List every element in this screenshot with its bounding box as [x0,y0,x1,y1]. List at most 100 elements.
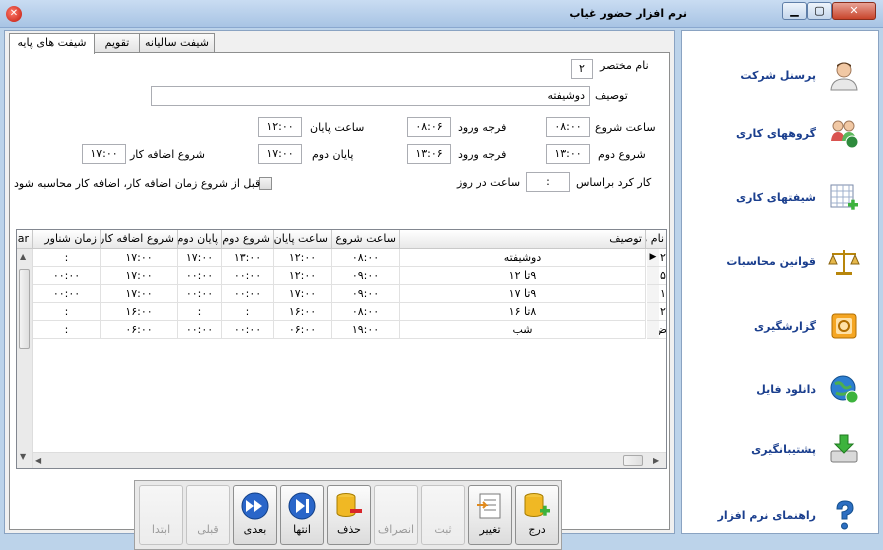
sidebar-item-label: قوانین محاسبات [726,255,816,268]
next-button[interactable]: بعدی [233,485,277,545]
column-header-end-time[interactable]: ساعت پایان [274,230,332,249]
column-header-second-start[interactable]: شروع دوم [222,230,274,249]
column-header-start-time[interactable]: ساعت شروع [332,230,400,249]
edit-label: تغییر [479,523,501,536]
tab-annual-shift[interactable]: شیفت سالیانه [139,33,215,53]
sidebar-item-label: پرسنل شرکت [740,69,816,82]
column-header-second-end[interactable]: پایان دوم [178,230,222,249]
shifts-grid[interactable]: ▲ ▼ ◀ ▶ ar زمان شناور شروع اضافه کار پای… [16,229,667,469]
insert-button[interactable]: درج [515,485,559,545]
edit-button[interactable]: تغییر [468,485,512,545]
hours-per-day-label: ساعت در روز [457,176,521,189]
previous-label: قبلی [197,523,219,536]
save-button[interactable]: ثبت [421,485,465,545]
entry-grace-input[interactable]: ۰۸:۰۶ [407,117,451,137]
horizontal-scrollbar[interactable]: ◀ ▶ [33,452,666,468]
table-cell: ۲ [659,303,666,321]
table-cell: ۰۶:۰۰ [101,321,178,339]
table-cell: ۱۶:۰۰ [101,303,178,321]
overtime-checkbox[interactable] [259,177,272,190]
vertical-scrollbar[interactable]: ▲ ▼ [17,249,33,468]
scroll-right-icon[interactable]: ▶ [653,456,659,465]
tab-content: نام مختصر ۲ توصیف دوشیفته ساعت شروع ۰۸:۰… [9,52,670,550]
column-header-ar[interactable]: ar [17,230,33,249]
database-add-icon [524,493,550,517]
table-cell: ۰۰:۰۰ [33,285,101,303]
calendar-add-icon [830,184,858,210]
row-selector[interactable] [647,321,659,339]
column-header-float-time[interactable]: زمان شناور [33,230,101,249]
sidebar-item-label: راهنمای نرم افزار [717,509,816,522]
start-time-label: ساعت شروع [595,121,656,134]
scroll-up-icon[interactable]: ▲ [20,252,26,261]
main-panel: شیفت سالیانه تقویم شیفت های پایه نام مخت… [4,30,675,550]
edit-document-icon [477,493,501,519]
row-selector[interactable] [647,303,659,321]
table-cell: ۰۹:۰۰ [332,285,400,303]
sidebar-item-backup[interactable]: پشتیبانگیری [682,421,878,481]
vertical-scroll-thumb[interactable] [19,269,30,349]
sidebar-item-help[interactable]: راهنمای نرم افزار [682,487,878,547]
workday-basis-input[interactable]: : [526,172,570,192]
row-selector[interactable] [647,267,659,285]
column-header-short-name[interactable]: نام مختصر [646,230,666,249]
table-cell: دوشیفته [400,249,646,267]
window-title: نرم افزار حضور غیاب [569,7,687,20]
table-cell: ۰۸:۰۰ [332,249,400,267]
description-input[interactable]: دوشیفته [151,86,590,106]
table-cell: ۰۰:۰۰ [222,285,274,303]
second-start-input[interactable]: ۱۳:۰۰ [546,144,590,164]
previous-button[interactable]: قبلی [186,485,230,545]
table-cell: ۰۰:۰۰ [33,267,101,285]
sidebar-item-reports[interactable]: گزارشگیری [682,298,878,358]
column-header-description[interactable]: توصیف [400,230,646,249]
cancel-button[interactable]: انصراف [374,485,418,545]
table-cell: : [33,321,101,339]
short-name-input[interactable]: ۲ [571,59,593,79]
row-selector[interactable] [647,285,659,303]
column-header-overtime-start[interactable]: شروع اضافه کار [101,230,178,249]
help-icon [836,500,854,530]
sidebar-item-label: پشتیبانگیری [751,443,816,456]
end-time-input[interactable]: ۱۲:۰۰ [258,117,302,137]
sidebar-item-calculation-rules[interactable]: قوانین محاسبات [682,233,878,293]
sidebar-item-download-file[interactable]: دانلود فایل [682,361,878,421]
cancel-label: انصراف [377,523,415,536]
globe-download-icon [830,375,859,404]
minimize-button[interactable]: ▁ [782,2,807,20]
sidebar-item-work-groups[interactable]: گروههای کاری [682,105,878,165]
last-button[interactable]: انتها [280,485,324,545]
sidebar-item-label: گروههای کاری [736,127,816,140]
table-cell: ۱۶:۰۰ [274,303,332,321]
first-label: ابتدا [151,523,171,536]
sidebar-item-personnel[interactable]: پرسنل شرکت [682,47,878,107]
previous-icon [193,491,223,521]
cancel-icon [381,491,411,521]
sidebar-item-label: دانلود فایل [756,383,816,396]
scales-icon [828,250,860,275]
maximize-button[interactable]: ▢ [807,2,832,20]
tab-calendar[interactable]: تقویم [94,33,140,53]
first-button[interactable]: ابتدا [139,485,183,545]
app-icon[interactable]: ✕ [6,6,22,22]
delete-button[interactable]: حذف [327,485,371,545]
start-time-input[interactable]: ۰۸:۰۰ [546,117,590,137]
entry-grace2-label: فرجه ورود [458,148,507,161]
close-button[interactable]: ✕ [832,2,876,20]
table-cell: ۱۷:۰۰ [178,249,222,267]
selected-row-indicator-icon[interactable]: ▶ [647,249,659,267]
second-end-input[interactable]: ۱۷:۰۰ [258,144,302,164]
fast-forward-icon [241,492,269,520]
table-cell: ۱۳:۰۰ [222,249,274,267]
group-icon [831,120,859,149]
overtime-start-input[interactable]: ۱۷:۰۰ [82,144,126,164]
entry-grace-label: فرجه ورود [458,121,507,134]
entry-grace2-input[interactable]: ۱۳:۰۶ [407,144,451,164]
scroll-down-icon[interactable]: ▼ [20,452,26,461]
tab-base-shifts[interactable]: شیفت های پایه [9,33,95,54]
scroll-left-icon[interactable]: ◀ [35,456,41,465]
workday-basis-label: کار کرد براساس [576,176,652,189]
overtime-checkbox-label: قبل از شروع زمان اضافه کار، اضافه کار مح… [14,177,261,190]
horizontal-scroll-thumb[interactable] [623,455,643,466]
sidebar-item-work-shifts[interactable]: شیفتهای کاری [682,169,878,229]
